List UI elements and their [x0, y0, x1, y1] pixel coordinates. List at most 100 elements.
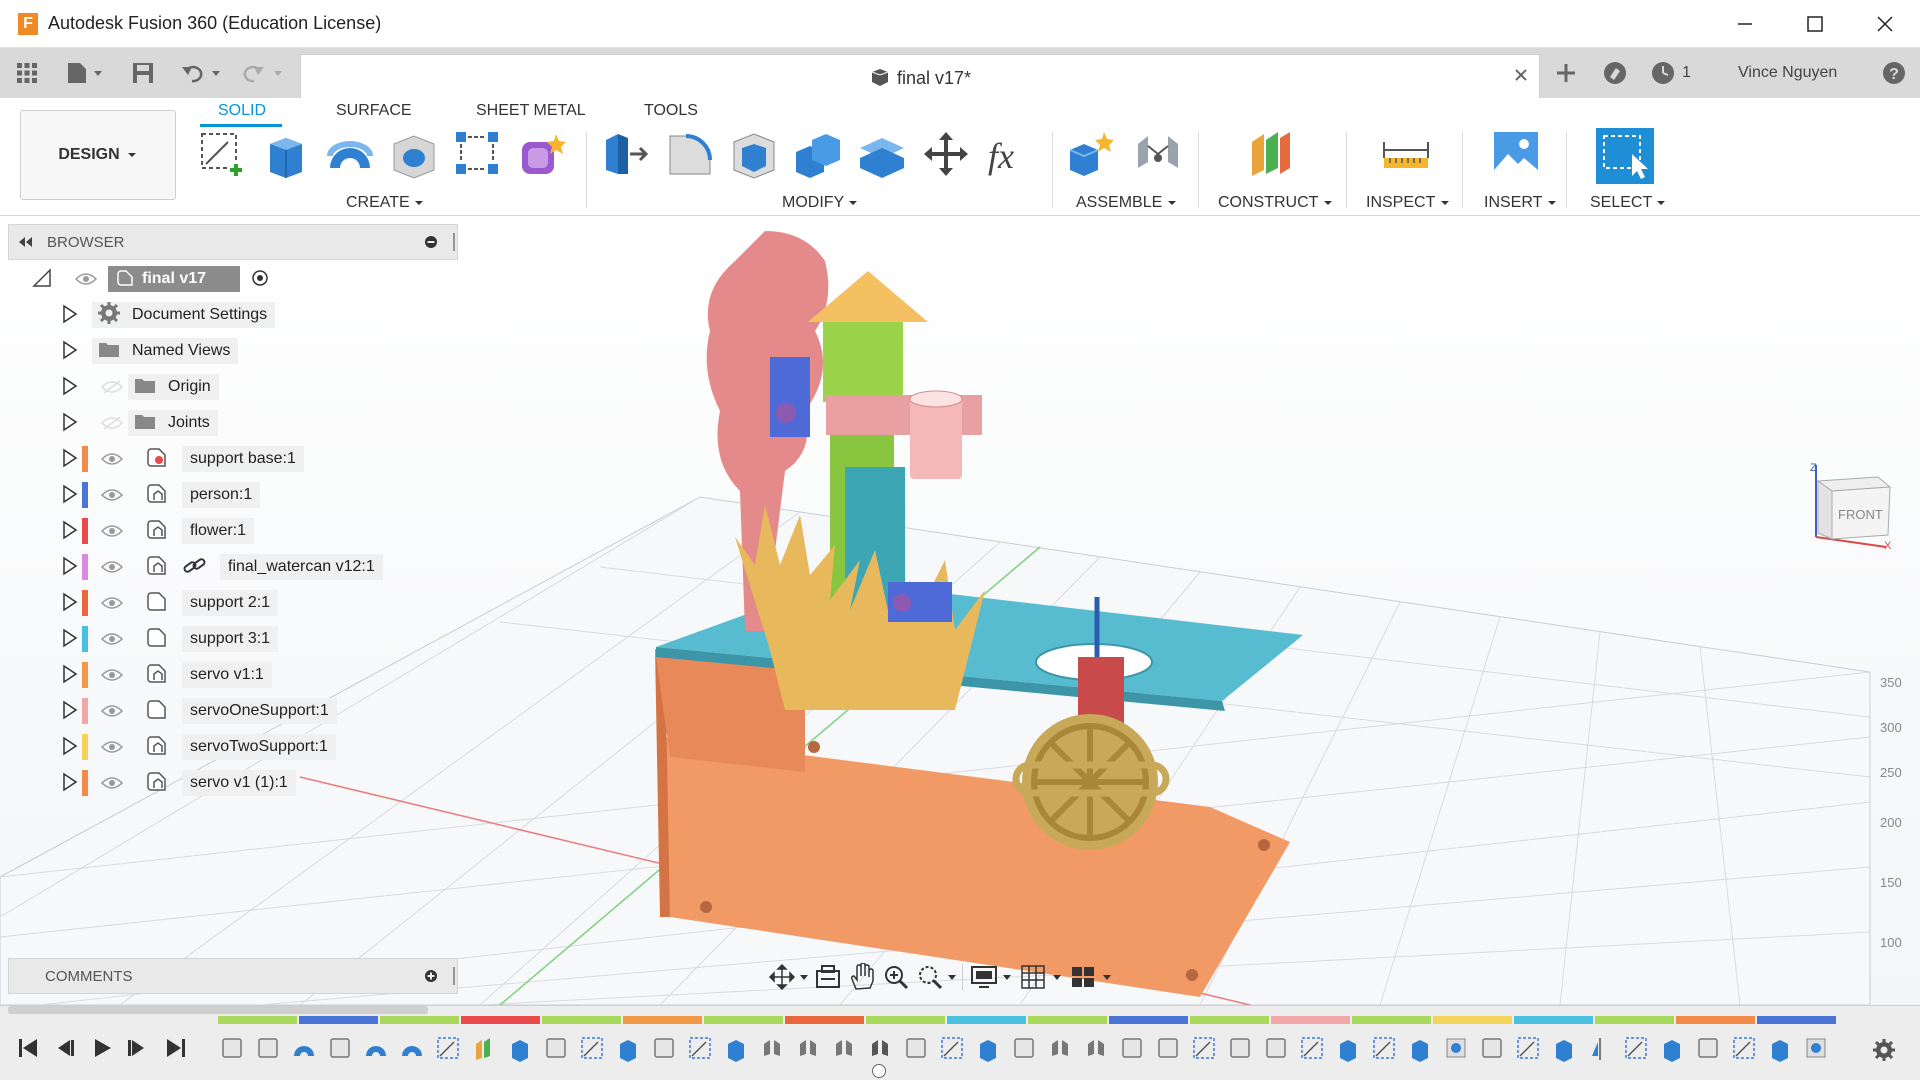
visibility-eye-icon[interactable]	[100, 559, 124, 575]
timeline-revolve-icon[interactable]	[294, 1046, 314, 1056]
expand-triangle-icon[interactable]	[62, 592, 78, 612]
timeline-extrude-icon[interactable]	[512, 1040, 528, 1062]
timeline-extrude-icon[interactable]	[728, 1040, 744, 1062]
timeline-body-icon[interactable]	[1266, 1038, 1286, 1058]
timeline-extrude-icon[interactable]	[1772, 1040, 1788, 1062]
browser-item-origin[interactable]: Origin	[8, 368, 458, 404]
modify-menu[interactable]: MODIFY	[782, 194, 858, 212]
joint-button[interactable]	[1132, 128, 1184, 180]
insert-canvas-button[interactable]	[1490, 128, 1542, 180]
extrude-button[interactable]	[260, 128, 312, 180]
view-cube[interactable]: FRONT Z X	[1808, 461, 1894, 556]
expand-triangle-icon[interactable]	[62, 736, 78, 756]
create-form-button[interactable]	[516, 128, 568, 180]
timeline-sketch-icon[interactable]	[1625, 1037, 1647, 1059]
timeline-sketch-icon[interactable]	[1301, 1037, 1323, 1059]
timeline-hole-icon[interactable]	[1806, 1038, 1826, 1058]
viewports-icon[interactable]	[1069, 963, 1113, 991]
timeline-sketch-icon[interactable]	[1193, 1037, 1215, 1059]
expand-triangle-icon[interactable]	[62, 520, 78, 540]
timeline-scroll-track[interactable]	[8, 1006, 428, 1014]
visibility-eye-icon[interactable]	[100, 451, 124, 467]
visibility-eye-icon[interactable]	[100, 631, 124, 647]
timeline-extrude-icon[interactable]	[980, 1040, 996, 1062]
expand-triangle-icon[interactable]	[62, 628, 78, 648]
timeline-joint-icon[interactable]	[1088, 1040, 1104, 1056]
browser-component-row[interactable]: servoOneSupport:1	[8, 692, 458, 728]
expand-triangle-icon[interactable]	[62, 700, 78, 720]
timeline-sketch-icon[interactable]	[689, 1037, 711, 1059]
timeline-extrude-icon[interactable]	[1556, 1040, 1572, 1062]
panel-grip-icon[interactable]	[451, 232, 457, 252]
maximize-button[interactable]	[1780, 0, 1850, 48]
visibility-eye-icon[interactable]	[100, 487, 124, 503]
expand-triangle-icon[interactable]	[62, 412, 78, 432]
close-tab-button[interactable]	[1513, 63, 1529, 89]
tab-tools[interactable]: TOOLS	[644, 102, 698, 120]
timeline-extrude-icon[interactable]	[620, 1040, 636, 1062]
visibility-eye-icon[interactable]	[100, 739, 124, 755]
timeline-body-icon[interactable]	[906, 1038, 926, 1058]
new-tab-button[interactable]	[1548, 48, 1584, 98]
timeline-sketch-icon[interactable]	[581, 1037, 603, 1059]
user-account-menu[interactable]: Vince Nguyen	[1738, 48, 1837, 98]
visibility-eye-icon[interactable]	[100, 595, 124, 611]
close-window-button[interactable]	[1850, 0, 1920, 48]
document-tab[interactable]: final v17*	[300, 54, 1540, 98]
insert-menu[interactable]: INSERT	[1484, 194, 1557, 212]
expand-triangle-icon[interactable]	[62, 340, 78, 360]
tab-surface[interactable]: SURFACE	[336, 102, 412, 120]
timeline-revolve-icon[interactable]	[366, 1046, 386, 1056]
visibility-eye-icon[interactable]	[100, 667, 124, 683]
browser-item-named-views[interactable]: Named Views	[8, 332, 458, 368]
timeline-body-icon[interactable]	[1230, 1038, 1250, 1058]
timeline-body-icon[interactable]	[654, 1038, 674, 1058]
offset-plane-button[interactable]	[1244, 128, 1296, 180]
panel-grip-icon[interactable]	[451, 966, 457, 986]
browser-component-row[interactable]: servo v1:1	[8, 656, 458, 692]
hole-button[interactable]	[388, 128, 440, 180]
browser-component-row[interactable]: support 2:1	[8, 584, 458, 620]
shell-button[interactable]	[728, 128, 780, 180]
select-menu[interactable]: SELECT	[1590, 194, 1666, 212]
help-button[interactable]: ?	[1878, 48, 1910, 98]
timeline-first-button[interactable]	[16, 1036, 40, 1066]
hidden-eye-icon[interactable]	[100, 379, 124, 395]
construct-menu[interactable]: CONSTRUCT	[1218, 194, 1333, 212]
timeline-extrude-icon[interactable]	[1412, 1040, 1428, 1062]
orbit-icon[interactable]	[768, 963, 808, 991]
timeline-body-icon[interactable]	[1158, 1038, 1178, 1058]
browser-item-document-settings[interactable]: Document Settings	[8, 296, 458, 332]
timeline-extrude-icon[interactable]	[1340, 1040, 1356, 1062]
hidden-eye-icon[interactable]	[100, 415, 124, 431]
offset-face-button[interactable]	[856, 128, 908, 180]
browser-component-row[interactable]: support 3:1	[8, 620, 458, 656]
timeline-marker[interactable]	[872, 1064, 886, 1078]
fit-zoom-icon[interactable]	[916, 963, 956, 991]
browser-component-row[interactable]: servoTwoSupport:1	[8, 728, 458, 764]
timeline-settings-button[interactable]	[1872, 1038, 1896, 1068]
timeline-joint-icon[interactable]	[800, 1040, 816, 1056]
visibility-eye-icon[interactable]	[74, 271, 98, 287]
measure-button[interactable]	[1380, 128, 1432, 180]
timeline-joint-group-icon[interactable]	[872, 1040, 888, 1056]
timeline-mirror-icon[interactable]	[1592, 1038, 1601, 1060]
timeline-sketch-icon[interactable]	[1733, 1037, 1755, 1059]
job-status-button[interactable]: 1	[1650, 48, 1691, 98]
timeline-hole-icon[interactable]	[1446, 1038, 1466, 1058]
assemble-menu[interactable]: ASSEMBLE	[1076, 194, 1177, 212]
inspect-menu[interactable]: INSPECT	[1366, 194, 1450, 212]
timeline-joint-icon[interactable]	[836, 1040, 852, 1056]
timeline-body-icon[interactable]	[330, 1038, 350, 1058]
timeline-fillet-icon[interactable]	[1698, 1038, 1718, 1058]
timeline-sketch-icon[interactable]	[1517, 1037, 1539, 1059]
expand-triangle-icon[interactable]	[62, 664, 78, 684]
timeline-play-button[interactable]	[90, 1036, 114, 1066]
timeline-previous-button[interactable]	[52, 1036, 76, 1066]
select-button[interactable]	[1596, 128, 1654, 184]
tab-sheet-metal[interactable]: SHEET METAL	[476, 102, 586, 120]
plus-circle-icon[interactable]	[423, 968, 439, 984]
create-sketch-button[interactable]	[196, 128, 248, 180]
redo-button[interactable]	[240, 48, 288, 98]
display-settings-icon[interactable]	[969, 963, 1013, 991]
